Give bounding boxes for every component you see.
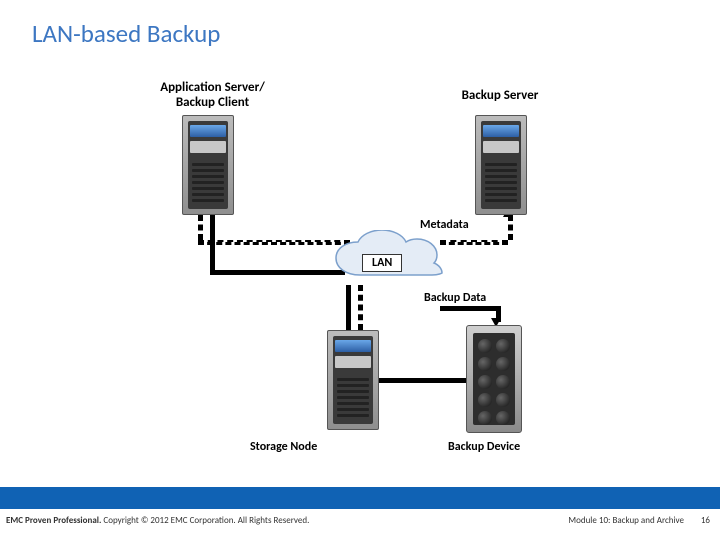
- label-app-server: Application Server/ Backup Client: [140, 80, 285, 110]
- slide-title: LAN-based Backup: [32, 18, 220, 49]
- conn-lan-storage-2: [358, 285, 363, 330]
- label-backup-data: Backup Data: [424, 291, 486, 305]
- conn-metadata-v: [508, 215, 513, 240]
- conn-data-h: [440, 306, 496, 311]
- footer-module: Module 10: Backup and Archive: [568, 515, 684, 526]
- conn-app-metadata-v: [198, 215, 203, 240]
- backup-device-icon: [466, 325, 522, 433]
- conn-app-metadata-h: [198, 240, 350, 245]
- footer-copyright: EMC Proven Professional. Copyright © 201…: [6, 515, 309, 526]
- label-backup-server: Backup Server: [440, 88, 560, 103]
- conn-storage-device: [379, 378, 466, 383]
- label-backup-device: Backup Device: [448, 440, 520, 454]
- label-storage-node: Storage Node: [250, 440, 317, 454]
- app-server-icon: [182, 115, 234, 215]
- footer-page: 16: [701, 515, 710, 526]
- footer-bar: [0, 487, 720, 509]
- conn-app-data-v: [210, 215, 215, 270]
- storage-node-icon: [327, 330, 379, 430]
- conn-app-data-h: [210, 270, 345, 275]
- backup-server-icon: [475, 115, 527, 215]
- label-lan: LAN: [362, 254, 402, 272]
- conn-lan-storage-1: [346, 285, 351, 330]
